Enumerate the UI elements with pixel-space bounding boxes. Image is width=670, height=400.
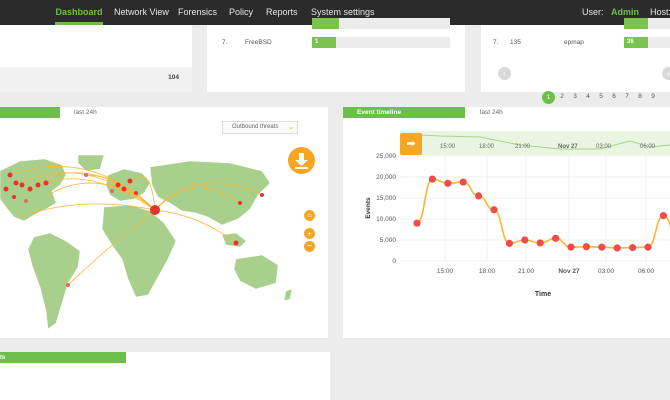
data-point [428,175,436,183]
home-icon: ⌂ [307,212,312,219]
bottom-panel-header: ls [0,352,126,363]
x-tick-label: 18:00 [479,268,496,275]
os-list-prev-row [207,18,465,29]
os-list-panel: 7. FreeBSD 1 [207,18,465,92]
data-point [536,239,544,247]
x-tick-label: 06:00 [638,268,655,275]
summary-total-row: 104 [0,67,192,92]
list-item[interactable]: 7. FreeBSD 1 [207,37,465,51]
bottom-panel: ls [0,352,330,400]
chevron-left-icon: ‹ [503,69,506,78]
pager-page-2[interactable]: 2 [557,93,567,100]
map-home-button[interactable]: ⌂ [304,210,315,221]
event-timeline-chart[interactable]: 0 5,000 10,000 15,000 20,000 25,000 15:00 18:00… [343,137,670,337]
threat-map-panel: last 24h Outbound threats ⌄ ⌂ + − [0,107,328,338]
zoom-in-icon: + [307,229,312,238]
pager-page-8[interactable]: 8 [635,93,645,100]
data-point [459,178,467,186]
chevron-down-icon: ⌄ [288,124,294,131]
data-point [490,206,498,214]
pager-prev-button[interactable]: ‹ [498,67,511,80]
list-item[interactable]: 7. 135 epmap 36 [481,37,670,51]
tab-dashboard[interactable]: Dashboard [55,0,103,25]
threat-type-value: Outbound threats [232,124,279,130]
threat-map-header [0,107,60,118]
port-rank: 7. [493,39,499,46]
data-point [613,244,621,252]
y-tick-label: 25,000 [376,153,396,160]
data-point [413,219,421,227]
summary-panel: 104 [0,25,192,92]
tab-policy[interactable]: Policy [229,0,253,25]
data-point [644,243,652,251]
os-name: FreeBSD [245,39,272,46]
ports-list-prev-row [481,18,670,29]
world-map-continents [0,155,293,330]
os-rank: 7. [222,39,228,46]
world-map[interactable] [0,155,300,355]
series-line [416,178,670,249]
data-point [521,236,529,244]
y-tick-label: 5,000 [380,237,397,244]
pager-page-5[interactable]: 5 [596,93,606,100]
threat-type-dropdown[interactable]: Outbound threats ⌄ [222,121,298,134]
user-label: User: [582,7,604,17]
port-value: 36 [627,39,634,45]
pager-page-9[interactable]: 9 [648,93,658,100]
data-point [659,212,667,220]
x-tick-label: Nov 27 [558,268,580,275]
user-name[interactable]: Admin [611,7,639,17]
port-bar-fill: 36 [624,37,648,48]
summary-total: 104 [168,74,179,81]
pager-page-6[interactable]: 6 [609,93,619,100]
event-timeline-header: Event timeline [343,107,465,118]
data-point [598,243,606,251]
x-tick-label: 21:00 [518,268,535,275]
port-number: 135 [510,39,521,46]
pager-next-button[interactable]: › [662,67,670,80]
y-axis-title: Events [365,197,372,219]
zoom-out-icon: − [307,241,312,250]
x-axis-title: Time [535,291,551,298]
event-timeline-range: last 24h [480,109,503,116]
data-point [629,243,637,252]
data-point [567,243,575,251]
event-timeline-panel: Event timeline last 24h 15:00 18:00 21:00 N… [343,107,670,338]
x-tick-label: 03:00 [598,268,615,275]
chevron-right-icon: › [667,69,670,78]
os-value: 1 [315,39,319,45]
pager-page-1[interactable]: 1 [542,91,555,104]
data-point [475,192,483,200]
port-service: epmap [564,39,584,46]
tab-network-view[interactable]: Network View [114,0,169,25]
y-tick-label: 0 [392,258,396,265]
map-zoom-in-button[interactable]: + [304,228,315,239]
y-tick-label: 15,000 [376,195,396,202]
data-point [582,243,590,251]
map-zoom-out-button[interactable]: − [304,241,315,252]
y-tick-label: 20,000 [376,174,396,181]
data-point [505,239,513,247]
threat-map-range: last 24h [74,109,97,116]
tab-forensics[interactable]: Forensics [178,0,217,25]
os-bar-fill: 1 [312,37,336,48]
data-point [552,234,560,242]
ports-list-panel: 7. 135 epmap 36 ‹ 123456789 › [481,18,670,104]
data-point [444,179,452,187]
x-tick-label: 15:00 [437,268,454,275]
y-tick-label: 10,000 [376,216,396,223]
pager-page-3[interactable]: 3 [570,93,580,100]
tab-reports[interactable]: Reports [266,0,298,25]
pager-page-4[interactable]: 4 [583,93,593,100]
pager-page-7[interactable]: 7 [622,93,632,100]
